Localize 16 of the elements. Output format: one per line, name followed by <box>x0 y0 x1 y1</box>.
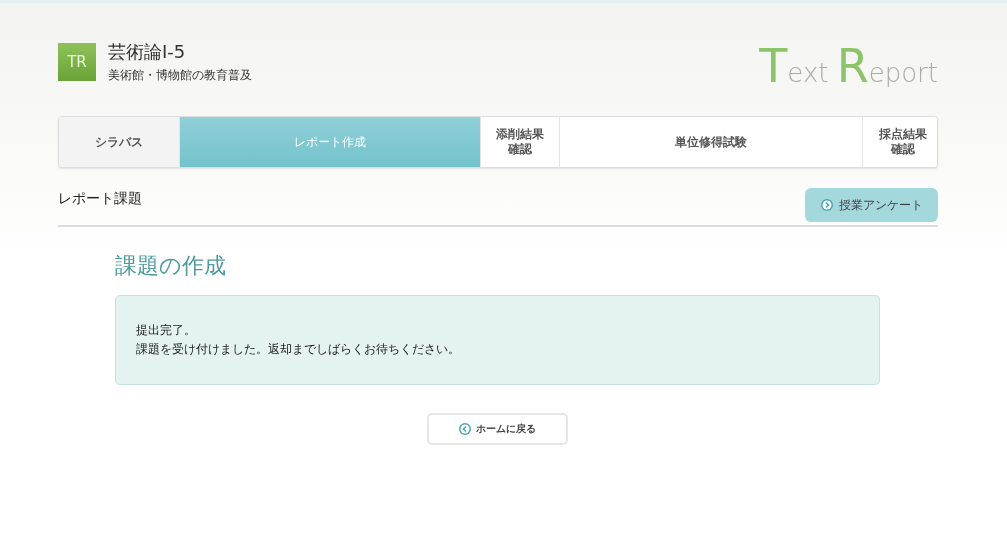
arrow-icon <box>820 199 833 211</box>
survey-button[interactable]: 授業アンケート <box>805 188 938 222</box>
app-badge: TR <box>58 42 96 81</box>
page-heading: 課題の作成 <box>115 252 227 280</box>
step-tab[interactable]: シラバス <box>59 117 180 167</box>
section-title: レポート課題 <box>58 190 142 208</box>
course-title: 芸術論I-5 <box>108 39 187 64</box>
step-tab[interactable]: 単位修得試験 <box>560 117 863 167</box>
back-icon <box>459 423 471 435</box>
home-button[interactable]: ホームに戻る <box>427 413 568 445</box>
logo-wordmark: Text Report <box>759 38 938 93</box>
message-text: 課題を受け付けました。返却までしばらくお待ちください。 <box>136 341 461 358</box>
message-text: 提出完了。 <box>136 322 197 339</box>
step-tab[interactable]: 採点結果確認 <box>863 117 937 167</box>
step-tab[interactable]: 添削結果確認 <box>481 117 560 167</box>
course-subtitle: 美術館・博物館の教育普及 <box>108 66 252 84</box>
